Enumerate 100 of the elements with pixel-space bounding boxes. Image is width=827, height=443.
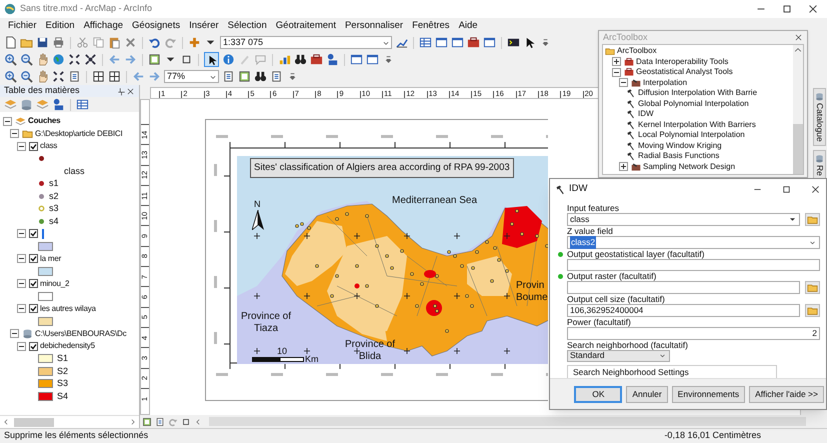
window-icon[interactable]: [366, 53, 379, 66]
dialog-button[interactable]: Environnements: [672, 386, 746, 402]
collapse-icon[interactable]: [10, 129, 19, 138]
maximize-icon[interactable]: [781, 184, 792, 194]
collapse-icon[interactable]: [619, 78, 628, 88]
close-icon[interactable]: [807, 3, 819, 15]
browse-button[interactable]: [805, 213, 820, 226]
side-tab[interactable]: Re: [813, 150, 826, 180]
browse-button[interactable]: [805, 281, 820, 294]
tree-item[interactable]: Radial Basis Functions: [638, 150, 720, 162]
input-field[interactable]: [567, 258, 820, 271]
info-icon[interactable]: [222, 53, 235, 66]
tree-item[interactable]: Kernel Interpolation With Barriers: [638, 118, 756, 131]
collapse-icon[interactable]: [612, 68, 621, 77]
side-tab[interactable]: Catalogue: [813, 88, 826, 146]
layer-name[interactable]: les autres wilaya: [40, 302, 96, 315]
dialog-button[interactable]: Annuler: [626, 386, 668, 402]
input-field[interactable]: 2: [567, 327, 820, 340]
menu-item[interactable]: Personnaliser: [344, 18, 404, 34]
actual-size-icon[interactable]: [68, 70, 81, 83]
tree-item[interactable]: C:\Users\BENBOURAS\Dc: [35, 328, 126, 340]
menu-item[interactable]: Géotraitement: [276, 18, 336, 34]
zoom-field[interactable]: 77%: [164, 70, 219, 83]
dropdown-field[interactable]: class2: [567, 236, 820, 248]
tree-item[interactable]: Geostatistical Analyst Tools: [636, 66, 733, 78]
bar-chart-icon[interactable]: [278, 53, 291, 66]
dialog-button[interactable]: Afficher l'aide >>: [749, 386, 824, 402]
undo-icon[interactable]: [148, 36, 161, 49]
collapse-icon[interactable]: [10, 329, 19, 338]
printer-icon[interactable]: [52, 36, 65, 49]
menu-item[interactable]: Sélection: [228, 18, 267, 34]
list-source-icon[interactable]: [20, 98, 33, 111]
delete-icon[interactable]: [124, 36, 137, 49]
expand-icon[interactable]: [619, 162, 628, 172]
layer-checkbox[interactable]: [29, 254, 38, 264]
page-icon[interactable]: [222, 70, 235, 83]
layer-map-icon[interactable]: [148, 53, 161, 66]
input-field[interactable]: 106,362952400004: [567, 304, 800, 317]
collapse-icon[interactable]: [17, 304, 26, 314]
tree-item[interactable]: Data Interoperability Tools: [636, 56, 728, 68]
blank-square-icon[interactable]: [180, 53, 193, 66]
toolbox-icon[interactable]: [467, 36, 480, 49]
collapse-icon[interactable]: [17, 279, 26, 288]
layer-name[interactable]: minou_2: [40, 278, 70, 290]
collapse-icon[interactable]: [17, 142, 26, 151]
close-icon[interactable]: [810, 184, 821, 194]
layer-name[interactable]: class: [40, 140, 58, 152]
binoculars-icon[interactable]: [294, 53, 307, 66]
layer-checkbox[interactable]: [29, 304, 38, 314]
data-view-icon[interactable]: [155, 416, 165, 426]
window-icon[interactable]: [350, 53, 363, 66]
table-window-icon[interactable]: [419, 36, 432, 49]
layer-checkbox[interactable]: [29, 229, 38, 238]
tree-item[interactable]: Interpolation: [643, 76, 688, 89]
tree-item[interactable]: Couches: [28, 115, 60, 128]
scroll-left-icon[interactable]: [194, 418, 202, 426]
tree-item[interactable]: Diffusion Interpolation With Barrie: [638, 87, 758, 100]
collapse-icon[interactable]: [3, 116, 12, 126]
list-selection-icon[interactable]: [52, 98, 65, 111]
menu-item[interactable]: Aide: [458, 18, 478, 34]
window-icon[interactable]: [483, 36, 496, 49]
save-icon[interactable]: [36, 36, 49, 49]
tree-item[interactable]: Global Polynomial Interpolation: [638, 98, 749, 110]
xy-icon[interactable]: [326, 53, 339, 66]
input-field[interactable]: [567, 281, 800, 294]
scale-field[interactable]: 1:337 075: [220, 36, 392, 49]
layout-view-icon[interactable]: [142, 416, 152, 426]
window-icon[interactable]: [435, 36, 448, 49]
close-icon[interactable]: [126, 86, 135, 96]
dropdown-field[interactable]: class: [567, 213, 800, 226]
layer-checkbox[interactable]: [29, 142, 38, 151]
menu-item[interactable]: Fichier: [8, 18, 37, 34]
menu-item[interactable]: Affichage: [84, 18, 124, 34]
menu-item[interactable]: Insérer: [189, 18, 219, 34]
scrollbar-thumb[interactable]: [793, 124, 803, 174]
tree-item[interactable]: Moving Window Kriging: [638, 140, 722, 152]
layer-name[interactable]: debichedensity5: [40, 340, 95, 352]
collapse-icon[interactable]: [17, 342, 26, 351]
window-icon[interactable]: [451, 36, 464, 49]
close-icon[interactable]: [794, 33, 803, 42]
collapse-icon[interactable]: [17, 254, 26, 264]
fixed-zoom-out-icon[interactable]: [84, 53, 97, 66]
maximize-icon[interactable]: [781, 3, 793, 15]
paste-icon[interactable]: [108, 36, 121, 49]
collapse-icon[interactable]: [17, 229, 26, 238]
page-zoom-out-icon[interactable]: [20, 70, 33, 83]
binoculars-icon[interactable]: [254, 70, 267, 83]
zoom-out-icon[interactable]: [20, 53, 33, 66]
layer-name[interactable]: la mer: [40, 252, 62, 265]
page-zoom-in-icon[interactable]: [4, 70, 17, 83]
tree-item[interactable]: ArcToolbox: [617, 45, 657, 58]
scroll-left-icon[interactable]: [2, 418, 10, 426]
tree-item[interactable]: IDW: [638, 108, 654, 120]
layer-checkbox[interactable]: [29, 342, 38, 351]
page-icon[interactable]: [270, 70, 283, 83]
full-page-icon[interactable]: [52, 70, 65, 83]
scroll-right-icon[interactable]: [129, 418, 137, 426]
tree-item[interactable]: Local Polynomial Interpolation: [638, 129, 745, 142]
tree-item[interactable]: Sampling Network Design: [643, 160, 736, 173]
dialog-button[interactable]: OK: [574, 386, 622, 402]
